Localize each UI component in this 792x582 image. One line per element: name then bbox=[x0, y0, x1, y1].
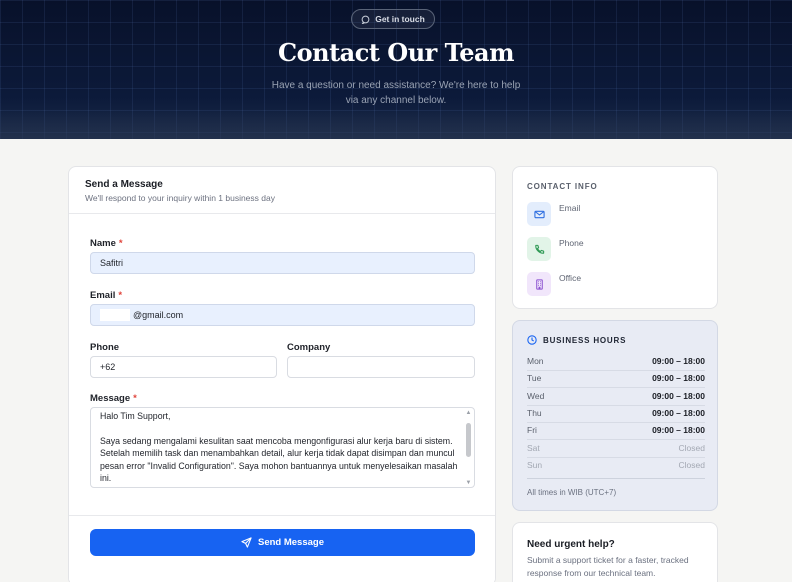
message-label: Message * bbox=[90, 393, 137, 404]
clock-icon bbox=[527, 335, 537, 345]
send-message-label: Send Message bbox=[258, 537, 324, 548]
form-subtitle: We'll respond to your inquiry within 1 b… bbox=[85, 193, 275, 203]
business-hours-title: BUSINESS HOURS bbox=[543, 335, 627, 345]
contact-phone-label: Phone bbox=[559, 238, 584, 248]
hours-row-thu: Thu 09:00 – 18:00 bbox=[527, 406, 705, 423]
urgent-help-card: Need urgent help? Submit a support ticke… bbox=[512, 522, 718, 582]
form-header: Send a Message We'll respond to your inq… bbox=[69, 167, 495, 214]
form-footer: Send Message bbox=[69, 515, 495, 582]
badge-label: Get in touch bbox=[375, 14, 425, 24]
redacted-email-user bbox=[100, 309, 130, 321]
phone-icon bbox=[527, 237, 551, 261]
email-input-value: @gmail.com bbox=[133, 310, 184, 320]
scroll-thumb[interactable] bbox=[466, 423, 471, 457]
email-input[interactable]: @gmail.com bbox=[90, 304, 475, 326]
name-input[interactable]: Safitri bbox=[90, 252, 475, 274]
phone-label: Phone bbox=[90, 342, 120, 353]
message-text: Halo Tim Support, Saya sedang mengalami … bbox=[100, 411, 458, 484]
hours-row-sat: Sat Closed bbox=[527, 441, 705, 458]
required-mark: * bbox=[118, 238, 123, 249]
textarea-scrollbar[interactable]: ▲ ▼ bbox=[465, 410, 472, 486]
timezone-note: All times in WIB (UTC+7) bbox=[527, 488, 617, 497]
required-mark: * bbox=[133, 393, 137, 404]
phone-input-value: +62 bbox=[100, 362, 116, 372]
business-hours-card: BUSINESS HOURS Mon 09:00 – 18:00 Tue 09:00… bbox=[512, 320, 718, 511]
chat-bubble-icon bbox=[361, 15, 370, 24]
urgent-help-text: Submit a support ticket for a faster, tr… bbox=[527, 555, 689, 578]
contact-email-label: Email bbox=[559, 203, 581, 213]
hours-divider bbox=[527, 478, 705, 479]
get-in-touch-badge: Get in touch bbox=[351, 9, 435, 29]
phone-input[interactable]: +62 bbox=[90, 356, 277, 378]
hours-row-fri: Fri 09:00 – 18:00 bbox=[527, 423, 705, 440]
message-textarea[interactable]: Halo Tim Support, Saya sedang mengalami … bbox=[90, 407, 475, 488]
scroll-up-icon[interactable]: ▲ bbox=[465, 410, 472, 416]
required-mark: * bbox=[118, 290, 123, 301]
contact-info-card: CONTACT INFO Email Phone Office bbox=[512, 166, 718, 309]
hero-fade bbox=[0, 109, 792, 139]
building-icon bbox=[527, 272, 551, 296]
company-input[interactable] bbox=[287, 356, 475, 378]
email-label: Email * bbox=[90, 290, 123, 301]
business-hours-header: BUSINESS HOURS bbox=[527, 335, 626, 345]
contact-office-label: Office bbox=[559, 273, 582, 283]
contact-item-office[interactable]: Office bbox=[527, 272, 707, 298]
name-label: Name * bbox=[90, 238, 123, 249]
send-message-card: Send a Message We'll respond to your inq… bbox=[68, 166, 496, 582]
page-subtitle: Have a question or need assistance? We'r… bbox=[271, 80, 521, 106]
send-icon bbox=[241, 537, 252, 548]
hours-row-wed: Wed 09:00 – 18:00 bbox=[527, 389, 705, 406]
name-input-value: Safitri bbox=[100, 258, 124, 268]
hours-row-sun: Sun Closed bbox=[527, 460, 705, 470]
scroll-down-icon[interactable]: ▼ bbox=[465, 480, 472, 486]
form-title: Send a Message bbox=[85, 179, 163, 190]
hours-row-tue: Tue 09:00 – 18:00 bbox=[527, 371, 705, 388]
hero-banner: Get in touch Contact Our Team Have a que… bbox=[0, 0, 792, 139]
send-message-button[interactable]: Send Message bbox=[90, 529, 475, 556]
mail-icon bbox=[527, 202, 551, 226]
company-label: Company bbox=[287, 342, 331, 353]
contact-item-phone[interactable]: Phone bbox=[527, 237, 707, 263]
urgent-help-title: Need urgent help? bbox=[527, 539, 615, 550]
contact-item-email[interactable]: Email bbox=[527, 202, 707, 228]
page-title: Contact Our Team bbox=[278, 38, 514, 67]
contact-info-title: CONTACT INFO bbox=[527, 182, 598, 191]
hours-row-mon: Mon 09:00 – 18:00 bbox=[527, 354, 705, 371]
